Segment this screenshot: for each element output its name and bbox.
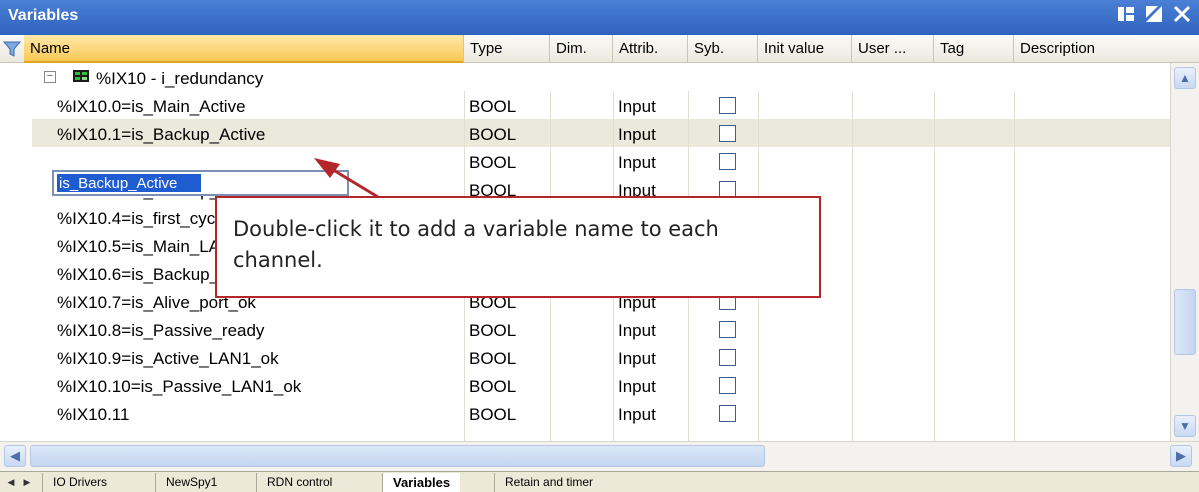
scroll-right-icon[interactable]: ▶ bbox=[1170, 445, 1192, 467]
tab-variables[interactable]: Variables bbox=[382, 473, 461, 492]
table-row[interactable]: %IX10.10=is_Passive_LAN1_ok BOOL Input bbox=[32, 371, 1170, 399]
attrib-cell[interactable]: Input bbox=[613, 147, 688, 175]
sheet-tab-bar: ◀ ▶ IO Drivers NewSpy1 RDN control Varia… bbox=[0, 471, 1199, 492]
tile-windows-icon[interactable] bbox=[1115, 4, 1137, 26]
table-row[interactable]: %IX10.11 BOOL Input bbox=[32, 399, 1170, 427]
scroll-down-icon[interactable]: ▼ bbox=[1174, 415, 1196, 437]
column-header: Name Type Dim. Attrib. Syb. Init value U… bbox=[0, 35, 1199, 63]
type-cell[interactable]: BOOL bbox=[464, 147, 550, 175]
vertical-scroll-thumb[interactable] bbox=[1174, 289, 1196, 355]
syb-checkbox[interactable] bbox=[719, 97, 736, 114]
group-row[interactable]: − %IX10 - i_redundancy bbox=[32, 63, 1170, 91]
type-cell[interactable]: BOOL bbox=[464, 315, 550, 343]
filter-icon[interactable] bbox=[2, 39, 22, 59]
instruction-callout: Double-click it to add a variable name t… bbox=[215, 196, 821, 298]
type-cell[interactable]: BOOL bbox=[464, 119, 550, 147]
table-row[interactable]: %IX10.0=is_Main_Active BOOL Input bbox=[32, 91, 1170, 119]
type-cell[interactable]: BOOL bbox=[464, 91, 550, 119]
attrib-cell[interactable]: Input bbox=[613, 399, 688, 427]
column-user[interactable]: User ... bbox=[852, 35, 934, 63]
tab-retain-and-timer[interactable]: Retain and timer bbox=[494, 473, 603, 492]
table-row[interactable]: %IX10.9=is_Active_LAN1_ok BOOL Input bbox=[32, 343, 1170, 371]
horizontal-scrollbar[interactable]: ◀ ▶ bbox=[0, 441, 1199, 471]
syb-checkbox[interactable] bbox=[719, 125, 736, 142]
maximize-icon[interactable] bbox=[1143, 4, 1165, 26]
attrib-cell[interactable]: Input bbox=[613, 91, 688, 119]
variable-name-cell[interactable]: %IX10.11 bbox=[52, 399, 462, 427]
tab-prev-icon[interactable]: ◀ bbox=[4, 474, 18, 490]
window-titlebar: Variables bbox=[0, 0, 1199, 35]
attrib-cell[interactable]: Input bbox=[613, 119, 688, 147]
syb-checkbox[interactable] bbox=[719, 321, 736, 338]
column-description[interactable]: Description bbox=[1014, 35, 1199, 63]
horizontal-scroll-thumb[interactable] bbox=[30, 445, 765, 467]
syb-checkbox[interactable] bbox=[719, 153, 736, 170]
column-attrib[interactable]: Attrib. bbox=[613, 35, 688, 63]
syb-checkbox[interactable] bbox=[719, 377, 736, 394]
table-row[interactable]: %IX10.1=is_Backup_Active BOOL Input bbox=[32, 119, 1170, 147]
close-icon[interactable] bbox=[1171, 4, 1193, 26]
scroll-up-icon[interactable]: ▲ bbox=[1174, 67, 1196, 89]
vertical-scrollbar[interactable]: ▲ ▼ bbox=[1170, 63, 1199, 441]
tab-newspy1[interactable]: NewSpy1 bbox=[155, 473, 227, 492]
type-cell[interactable]: BOOL bbox=[464, 371, 550, 399]
tab-next-icon[interactable]: ▶ bbox=[20, 474, 34, 490]
variable-name-cell[interactable]: %IX10.9=is_Active_LAN1_ok bbox=[52, 343, 462, 371]
syb-checkbox[interactable] bbox=[719, 349, 736, 366]
variable-name-cell[interactable]: %IX10.0=is_Main_Active bbox=[52, 91, 462, 119]
column-syb[interactable]: Syb. bbox=[688, 35, 758, 63]
type-cell[interactable]: BOOL bbox=[464, 399, 550, 427]
variable-name-cell[interactable]: %IX10.1=is_Backup_Active bbox=[52, 119, 462, 147]
column-type[interactable]: Type bbox=[464, 35, 550, 63]
row-gutter bbox=[0, 63, 32, 441]
attrib-cell[interactable]: Input bbox=[613, 343, 688, 371]
tab-rdn-control[interactable]: RDN control bbox=[256, 473, 342, 492]
column-tag[interactable]: Tag bbox=[934, 35, 1014, 63]
attrib-cell[interactable]: Input bbox=[613, 371, 688, 399]
column-name[interactable]: Name bbox=[24, 35, 464, 63]
scroll-left-icon[interactable]: ◀ bbox=[4, 445, 26, 467]
variable-name-cell[interactable]: %IX10.8=is_Passive_ready bbox=[52, 315, 462, 343]
column-init-value[interactable]: Init value bbox=[758, 35, 852, 63]
io-board-icon bbox=[73, 70, 89, 82]
name-edit-input[interactable] bbox=[57, 174, 201, 192]
syb-checkbox[interactable] bbox=[719, 405, 736, 422]
table-row[interactable]: %IX10.8=is_Passive_ready BOOL Input bbox=[32, 315, 1170, 343]
attrib-cell[interactable]: Input bbox=[613, 315, 688, 343]
window-title: Variables bbox=[8, 7, 79, 24]
type-cell[interactable]: BOOL bbox=[464, 343, 550, 371]
column-dim[interactable]: Dim. bbox=[550, 35, 613, 63]
tab-io-drivers[interactable]: IO Drivers bbox=[42, 473, 117, 492]
variable-name-cell[interactable]: %IX10.10=is_Passive_LAN1_ok bbox=[52, 371, 462, 399]
collapse-icon[interactable]: − bbox=[44, 71, 56, 83]
callout-text: Double-click it to add a variable name t… bbox=[233, 217, 719, 272]
name-edit-box[interactable] bbox=[52, 170, 349, 196]
